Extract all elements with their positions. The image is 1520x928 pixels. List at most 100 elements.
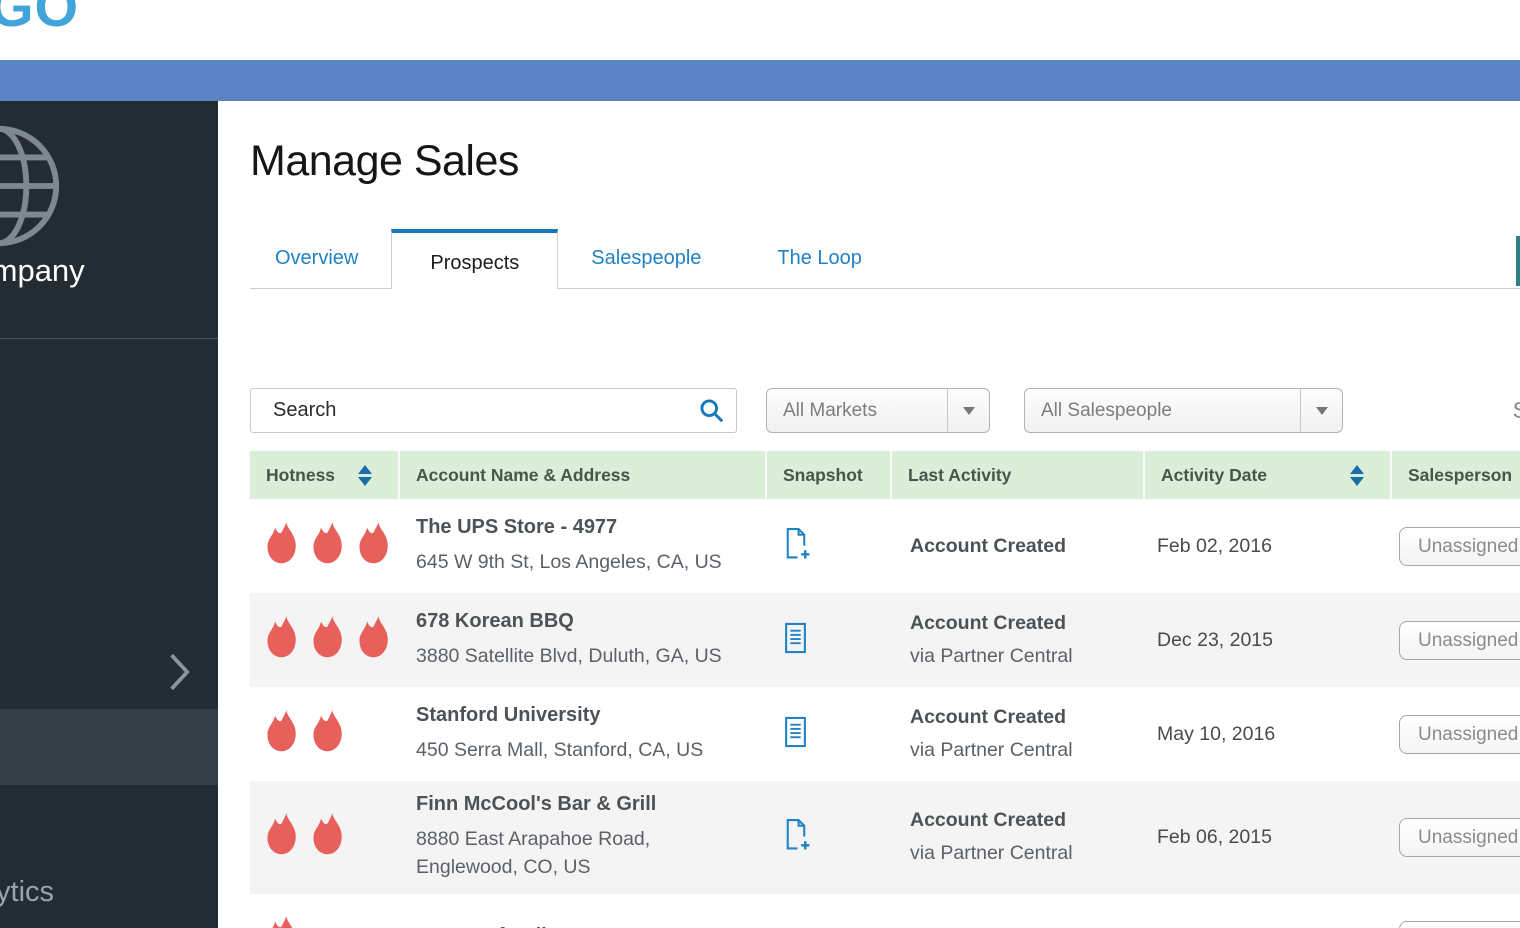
sidebar: Company Analytics — [0, 101, 218, 928]
last-activity-detail: via Partner Central — [910, 842, 1145, 865]
hotness-cell — [250, 710, 400, 759]
salesperson-cell: Unassigned — [1392, 921, 1520, 928]
account-cell: The UPS Store - 4977 645 W 9th St, Los A… — [400, 516, 767, 576]
document-text-icon[interactable] — [783, 641, 808, 658]
flame-icon — [263, 710, 301, 759]
table-row[interactable]: Stanford University 450 Serra Mall, Stan… — [250, 687, 1520, 781]
assign-salesperson-button[interactable]: Unassigned — [1399, 921, 1520, 928]
flame-icon — [355, 522, 393, 571]
flame-icon — [309, 522, 347, 571]
table-header-row: Hotness Account Name & Address Snapshot … — [250, 451, 1520, 499]
search-input[interactable] — [250, 388, 737, 433]
salespeople-filter-dropdown[interactable]: All Salespeople — [1024, 388, 1343, 433]
salesperson-cell: Unassigned — [1392, 715, 1520, 754]
activity-date-cell: Feb 02, 2016 — [1145, 535, 1392, 558]
account-name: Finn McCool's Bar & Grill — [416, 793, 767, 816]
activity-date-cell: Dec 23, 2015 — [1145, 629, 1392, 652]
flame-icon — [263, 616, 301, 665]
dropdown-arrow-box — [947, 389, 989, 432]
last-activity-detail: via Partner Central — [910, 739, 1145, 762]
account-address: 8880 East Arapahoe Road,Englewood, CO, U… — [416, 825, 767, 882]
account-name: The UPS Store - 4977 — [416, 516, 767, 539]
chevron-right-icon[interactable] — [168, 651, 192, 698]
document-text-icon[interactable] — [783, 735, 808, 752]
assign-salesperson-button[interactable]: Unassigned — [1399, 527, 1520, 566]
app-logo[interactable]: GO — [0, 0, 79, 39]
flame-icon — [355, 616, 393, 665]
account-name: Toyota of Dallas — [416, 925, 767, 928]
assign-salesperson-button[interactable]: Unassigned — [1399, 818, 1520, 857]
hotness-cell — [250, 522, 400, 571]
caret-down-icon — [1316, 407, 1328, 415]
account-address: 450 Serra Mall, Stanford, CA, US — [416, 736, 767, 764]
salesperson-cell: Unassigned — [1392, 527, 1520, 566]
snapshot-cell — [767, 527, 892, 565]
assign-salesperson-button[interactable]: Unassigned — [1399, 715, 1520, 754]
assign-salesperson-button[interactable]: Unassigned — [1399, 621, 1520, 660]
top-header-bar: GO — [0, 0, 1520, 60]
sidebar-item-analytics[interactable]: Analytics — [0, 876, 54, 909]
tab-prospects[interactable]: Prospects — [391, 229, 558, 289]
sort-icon[interactable] — [358, 465, 372, 486]
table-row[interactable]: 678 Korean BBQ 3880 Satellite Blvd, Dulu… — [250, 593, 1520, 687]
account-address: 645 W 9th St, Los Angeles, CA, US — [416, 548, 767, 576]
last-activity-text: Account Created — [910, 612, 1145, 635]
table-body: The UPS Store - 4977 645 W 9th St, Los A… — [250, 499, 1520, 928]
page-title: Manage Sales — [250, 137, 1520, 186]
activity-date-cell: May 10, 2016 — [1145, 723, 1392, 746]
search-box — [250, 388, 737, 433]
sort-icon[interactable] — [1350, 465, 1364, 486]
column-header-account-name-address: Account Name & Address — [400, 451, 767, 499]
last-activity-text: Account Created — [910, 809, 1145, 832]
salesperson-cell: Unassigned — [1392, 621, 1520, 660]
account-name: Stanford University — [416, 704, 767, 727]
caret-down-icon — [963, 407, 975, 415]
toolbar: All Markets All Salespeople S — [250, 388, 1520, 433]
sidebar-divider — [0, 338, 218, 339]
account-address: 3880 Satellite Blvd, Duluth, GA, US — [416, 642, 767, 670]
column-header-salesperson: Salesperson — [1392, 451, 1520, 499]
column-header-activity-date: Activity Date — [1145, 451, 1392, 499]
snapshot-cell — [767, 818, 892, 856]
table-row[interactable]: Finn McCool's Bar & Grill 8880 East Arap… — [250, 781, 1520, 894]
main-content: Manage Sales OverviewProspectsSalespeopl… — [218, 101, 1520, 928]
document-add-icon[interactable] — [783, 547, 810, 564]
search-icon[interactable] — [698, 397, 725, 429]
sort-ascending-icon — [358, 465, 372, 474]
account-cell: Finn McCool's Bar & Grill 8880 East Arap… — [400, 793, 767, 882]
account-cell: 678 Korean BBQ 3880 Satellite Blvd, Dulu… — [400, 610, 767, 670]
table-row[interactable]: The UPS Store - 4977 645 W 9th St, Los A… — [250, 499, 1520, 593]
sidebar-item-highlighted[interactable] — [0, 709, 218, 785]
flame-icon — [309, 813, 347, 862]
table-row[interactable]: Toyota of Dallas Unassigned — [250, 894, 1520, 928]
column-header-hotness: Hotness — [250, 451, 400, 499]
globe-icon — [0, 121, 64, 256]
clipped-edge-button[interactable] — [1516, 236, 1520, 286]
last-activity-text: Account Created — [910, 706, 1145, 729]
flame-icon — [263, 813, 301, 862]
last-activity-text: Account Created — [910, 535, 1145, 558]
document-add-icon[interactable] — [783, 838, 810, 855]
last-activity-cell: Account Created via Partner Central — [892, 612, 1145, 668]
sort-ascending-icon — [1350, 465, 1364, 474]
hotness-cell — [250, 813, 400, 862]
tab-salespeople[interactable]: Salespeople — [566, 228, 726, 288]
account-name: 678 Korean BBQ — [416, 610, 767, 633]
flame-icon — [309, 616, 347, 665]
tab-overview[interactable]: Overview — [250, 228, 383, 288]
account-cell: Toyota of Dallas — [400, 925, 767, 928]
column-header-snapshot: Snapshot — [767, 451, 892, 499]
dropdown-arrow-box — [1300, 389, 1342, 432]
tab-the-loop[interactable]: The Loop — [752, 228, 887, 288]
markets-filter-value: All Markets — [767, 389, 947, 432]
last-activity-cell: Account Created — [892, 535, 1145, 558]
hotness-cell — [250, 616, 400, 665]
markets-filter-dropdown[interactable]: All Markets — [766, 388, 990, 433]
primary-nav-bar — [0, 60, 1520, 101]
flame-icon — [263, 522, 301, 571]
sort-descending-icon — [358, 477, 372, 486]
salesperson-cell: Unassigned — [1392, 818, 1520, 857]
column-header-last-activity: Last Activity — [892, 451, 1145, 499]
last-activity-detail: via Partner Central — [910, 645, 1145, 668]
hotness-cell — [250, 916, 400, 928]
